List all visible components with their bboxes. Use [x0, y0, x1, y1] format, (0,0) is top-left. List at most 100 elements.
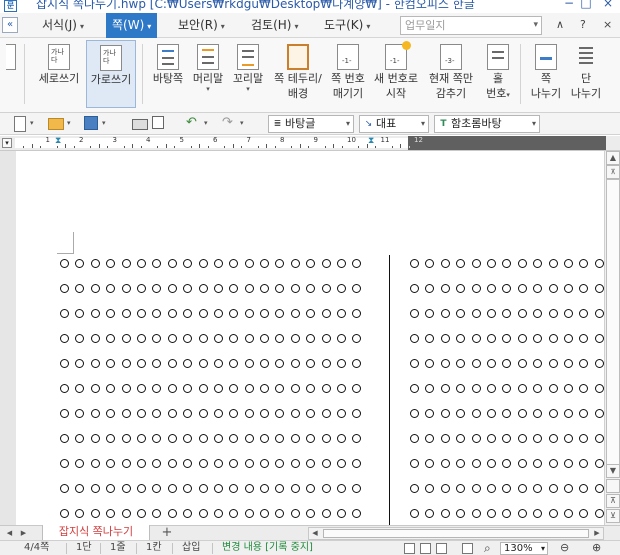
hscroll-thumb[interactable]	[323, 529, 589, 538]
zoom-select[interactable]: 130% ▾	[500, 542, 548, 555]
scrollbar-thumb[interactable]	[606, 179, 620, 469]
header-button[interactable]: 머리말 ▾	[188, 40, 228, 108]
undo-icon[interactable]: ↶	[186, 116, 202, 132]
minimize-button[interactable]: −	[560, 0, 578, 11]
ribbon-scroll-left[interactable]	[0, 40, 22, 108]
indent-marker-icon[interactable]: ⧗	[55, 136, 61, 146]
circle-mark	[244, 484, 254, 493]
vertical-scrollbar[interactable]: ▲ ⊼ ▼ ⊼ ⊻	[604, 151, 620, 525]
scroll-right-icon[interactable]: ▶	[591, 528, 603, 539]
circle-mark	[425, 484, 435, 493]
horizontal-writing-button[interactable]: 가나 다 가로쓰기	[86, 40, 136, 108]
vertical-writing-button[interactable]: 가나 다 세로쓰기	[32, 40, 86, 108]
circle-mark	[290, 509, 300, 518]
ribbon-collapse-icon[interactable]: «	[2, 17, 18, 33]
circle-mark	[548, 409, 558, 418]
ribbon-expand-icon[interactable]: ∧	[556, 18, 564, 31]
ruler-corner-icon[interactable]: ▾	[2, 138, 12, 148]
menu-page[interactable]: 쪽(W) ▾	[106, 13, 158, 38]
circle-mark	[198, 309, 208, 318]
page-up-button[interactable]: ⊼	[606, 494, 620, 508]
chevron-down-icon[interactable]: ▾	[67, 119, 71, 127]
view-normal-icon[interactable]	[404, 543, 415, 554]
circle-mark	[260, 459, 270, 468]
page-layout-icon[interactable]	[606, 479, 620, 493]
column-break-button[interactable]: 단 나누기	[566, 40, 606, 108]
zoom-in-icon[interactable]: ⊕	[592, 542, 601, 554]
circle-mark	[275, 459, 285, 468]
page-border-button[interactable]: 쪽 테두리/ 배경	[270, 40, 326, 108]
scroll-down-icon[interactable]: ▼	[606, 464, 620, 478]
hwp-app-icon[interactable]: 문	[4, 0, 17, 12]
menu-tools[interactable]: 도구(K) ▾	[318, 13, 376, 38]
horizontal-scrollbar[interactable]: ◀ ▶	[308, 527, 604, 540]
redo-icon[interactable]: ↷	[222, 116, 238, 132]
status-insert-mode[interactable]: 삽입	[182, 542, 200, 554]
chevron-down-icon[interactable]: ▾	[30, 119, 34, 127]
print-preview-icon[interactable]	[152, 116, 164, 129]
font-language-select[interactable]: ↘ 대표 ▾	[359, 115, 429, 133]
circle-mark	[136, 334, 146, 343]
chevron-down-icon[interactable]: ▾	[204, 119, 208, 127]
scroll-up-icon[interactable]: ▲	[606, 151, 620, 165]
circle-mark	[352, 259, 362, 268]
ruler-tick	[400, 144, 402, 148]
print-icon[interactable]	[132, 119, 148, 130]
menu-security[interactable]: 보안(R) ▾	[172, 13, 231, 38]
right-indent-marker-icon[interactable]: ⧗	[368, 136, 374, 146]
page-number-button[interactable]: -1- 쪽 번호 매기기	[328, 40, 368, 108]
circle-mark	[198, 284, 208, 293]
zoom-out-icon[interactable]: ⊖	[560, 542, 569, 554]
close-button[interactable]: ×	[599, 0, 617, 11]
circle-mark	[579, 509, 589, 518]
view-dual-icon[interactable]	[436, 543, 447, 554]
circle-mark	[352, 384, 362, 393]
tab-prev-icon[interactable]: ◀	[4, 527, 15, 539]
tab-current-document[interactable]: 잡지식 쪽나누기	[42, 525, 150, 541]
save-icon[interactable]	[84, 116, 98, 130]
new-number-button[interactable]: -1- 새 번호로 시작	[370, 40, 422, 108]
search-input[interactable]: 업무일지 ▾	[400, 16, 542, 35]
odd-number-button[interactable]: 홀 번호▾	[480, 40, 516, 108]
chevron-down-icon: ▾	[540, 544, 545, 553]
circle-mark	[275, 259, 285, 268]
master-page-button[interactable]: 바탕쪽	[148, 40, 188, 108]
circle-mark	[486, 484, 496, 493]
horizontal-ruler[interactable]: ▾ 1 2 3 4 5 6 7 8 9 10 11 12 ⧗ ⧗	[0, 136, 620, 151]
menu-review[interactable]: 검토(H) ▾	[245, 13, 304, 38]
hide-page-button[interactable]: -3- 현재 쪽만 감추기	[424, 40, 478, 108]
page-up-icon[interactable]: ⊼	[606, 165, 620, 179]
chevron-down-icon[interactable]: ▾	[240, 119, 244, 127]
circle-mark	[121, 334, 131, 343]
footer-button[interactable]: 꼬리말 ▾	[228, 40, 268, 108]
document-area[interactable]	[0, 151, 620, 525]
circle-mark	[75, 484, 85, 493]
document-page[interactable]	[16, 151, 604, 525]
chevron-down-icon[interactable]: ▾	[102, 119, 106, 127]
view-width-icon[interactable]	[462, 543, 473, 554]
new-document-icon[interactable]	[14, 116, 26, 132]
menu-format[interactable]: 서식(J) ▾	[36, 13, 90, 38]
scroll-left-icon[interactable]: ◀	[309, 528, 321, 539]
view-page-icon[interactable]	[420, 543, 431, 554]
page-down-button[interactable]: ⊻	[606, 509, 620, 523]
circle-mark	[275, 434, 285, 443]
maximize-button[interactable]: □	[577, 0, 595, 11]
page-break-button[interactable]: 쪽 나누기	[526, 40, 566, 108]
circle-mark	[321, 434, 331, 443]
ruler-tick	[174, 146, 176, 148]
add-tab-button[interactable]: +	[160, 526, 174, 540]
tab-next-icon[interactable]: ▶	[18, 527, 29, 539]
ribbon-close-icon[interactable]: ×	[603, 18, 612, 31]
circle-mark	[136, 509, 146, 518]
open-folder-icon[interactable]	[48, 118, 64, 130]
status-track-changes[interactable]: 변경 내용 [기록 중지]	[222, 542, 313, 554]
circle-mark	[471, 259, 481, 268]
status-page[interactable]: 4/4쪽	[24, 542, 49, 554]
circle-mark	[290, 359, 300, 368]
font-face-select[interactable]: T 함초롬바탕 ▾	[434, 115, 540, 133]
help-icon[interactable]: ?	[580, 18, 586, 31]
zoom-search-icon[interactable]: ⌕	[484, 542, 491, 554]
circle-mark	[471, 484, 481, 493]
style-select[interactable]: ≣ 바탕글 ▾	[268, 115, 354, 133]
